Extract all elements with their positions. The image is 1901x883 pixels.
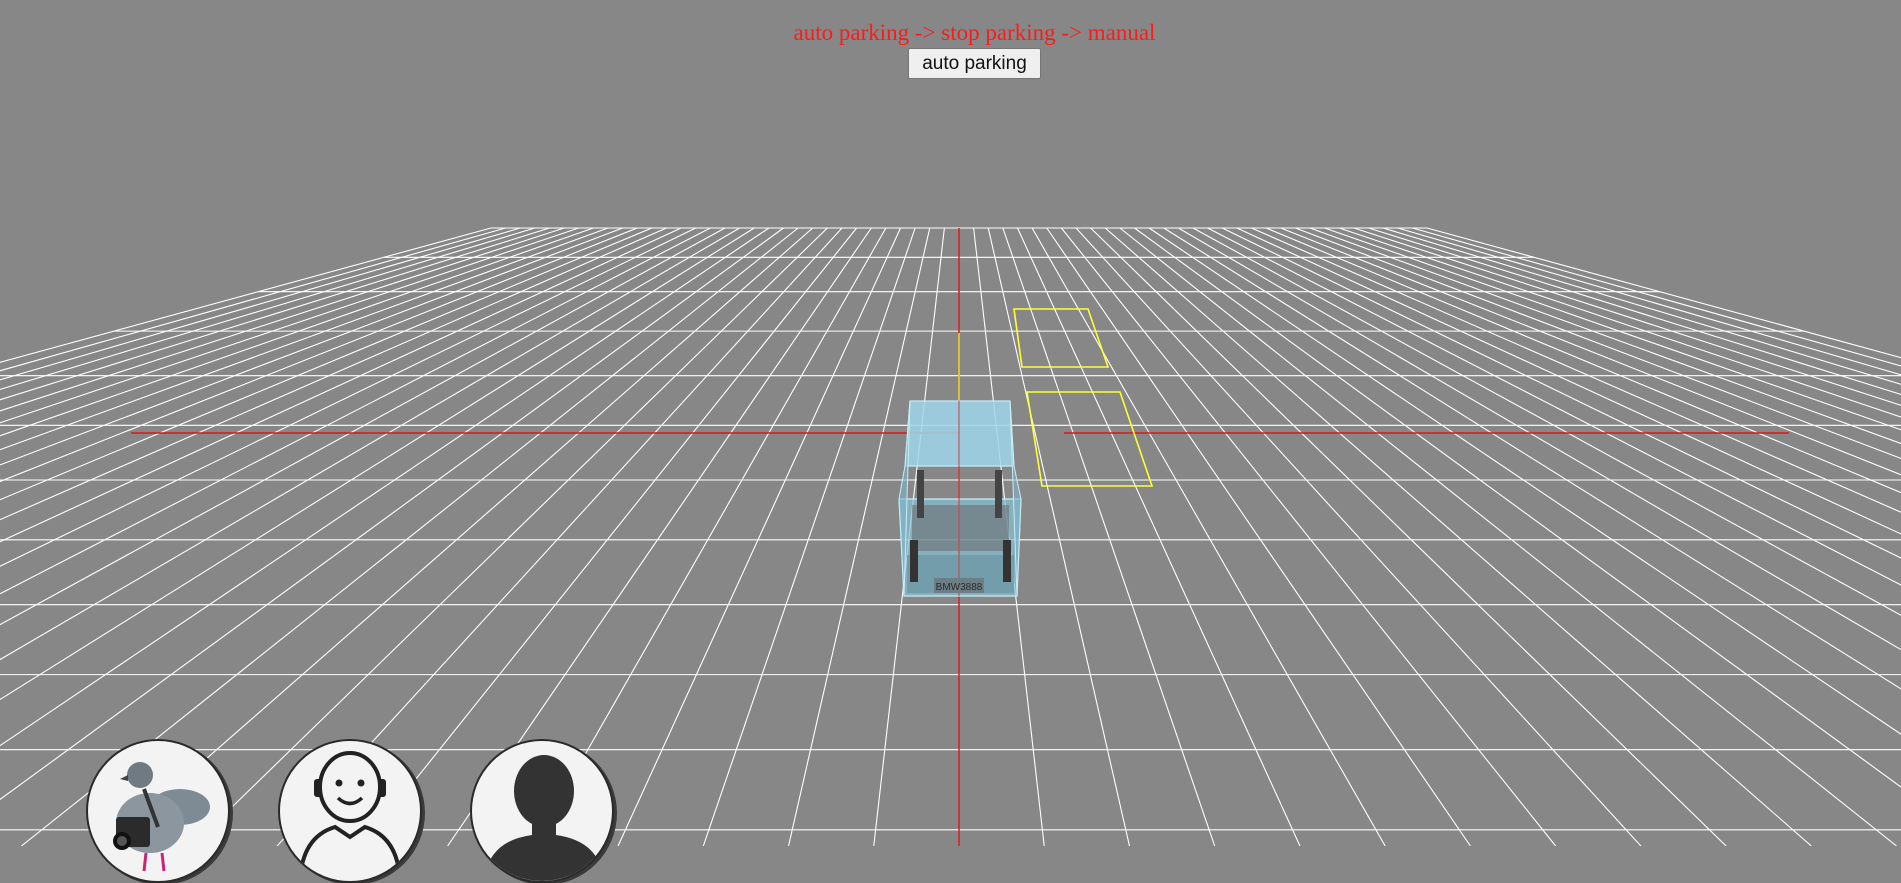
vehicle-window <box>912 505 1009 551</box>
person-silhouette-icon <box>472 741 612 881</box>
grid-line-longitudinal <box>1047 228 1471 846</box>
smiling-driver-icon <box>280 741 420 881</box>
mirror-left-top <box>917 470 924 518</box>
grid-line-longitudinal <box>1222 228 1901 846</box>
grid-line-longitudinal <box>1412 228 1901 846</box>
bird-view-button[interactable] <box>86 739 230 883</box>
grid-line-longitudinal <box>1369 228 1901 846</box>
grid-line-longitudinal <box>0 228 550 846</box>
grid-line-longitudinal <box>1193 228 1901 846</box>
driver-view-button[interactable] <box>278 739 422 883</box>
grid-line-longitudinal <box>1295 228 1901 846</box>
parking-scene-canvas[interactable]: BMW3888 <box>0 0 1901 846</box>
grid-line-longitudinal <box>1135 228 1901 846</box>
wheel-left <box>910 540 918 582</box>
grid-line-longitudinal <box>1018 228 1300 846</box>
grid-line-longitudinal <box>1032 228 1385 846</box>
mirror-right-top <box>995 470 1002 518</box>
wheel-right <box>1003 540 1011 582</box>
grid-line-longitudinal <box>618 228 900 846</box>
grid-line-longitudinal <box>1120 228 1897 846</box>
grid-line-longitudinal <box>1310 228 1901 846</box>
grid-line-longitudinal <box>1354 228 1901 846</box>
grid-line-longitudinal <box>1061 228 1555 846</box>
grid-line-longitudinal <box>1383 228 1901 846</box>
grid-line-longitudinal <box>1076 228 1641 846</box>
grid-line-longitudinal <box>1339 228 1901 846</box>
scene-viewport[interactable]: BMW3888 auto parking -> stop parking -> … <box>0 0 1901 846</box>
grid-line-longitudinal <box>1091 228 1727 846</box>
grid-line-longitudinal <box>1325 228 1901 846</box>
mode-sequence-label: auto parking -> stop parking -> manual <box>0 20 1901 46</box>
person-view-button[interactable] <box>470 739 614 883</box>
pigeon-camera-icon <box>88 741 228 881</box>
parking-slots <box>1014 309 1152 486</box>
grid-line-longitudinal <box>1252 228 1901 846</box>
grid-line-longitudinal <box>1398 228 1901 846</box>
parking-slot-far <box>1014 309 1108 367</box>
grid-line-longitudinal <box>1105 228 1811 846</box>
grid-line-longitudinal <box>1164 228 1901 846</box>
auto-parking-button[interactable]: auto parking <box>908 48 1041 79</box>
ego-vehicle[interactable]: BMW3888 <box>899 401 1021 596</box>
license-plate-text: BMW3888 <box>936 582 983 593</box>
